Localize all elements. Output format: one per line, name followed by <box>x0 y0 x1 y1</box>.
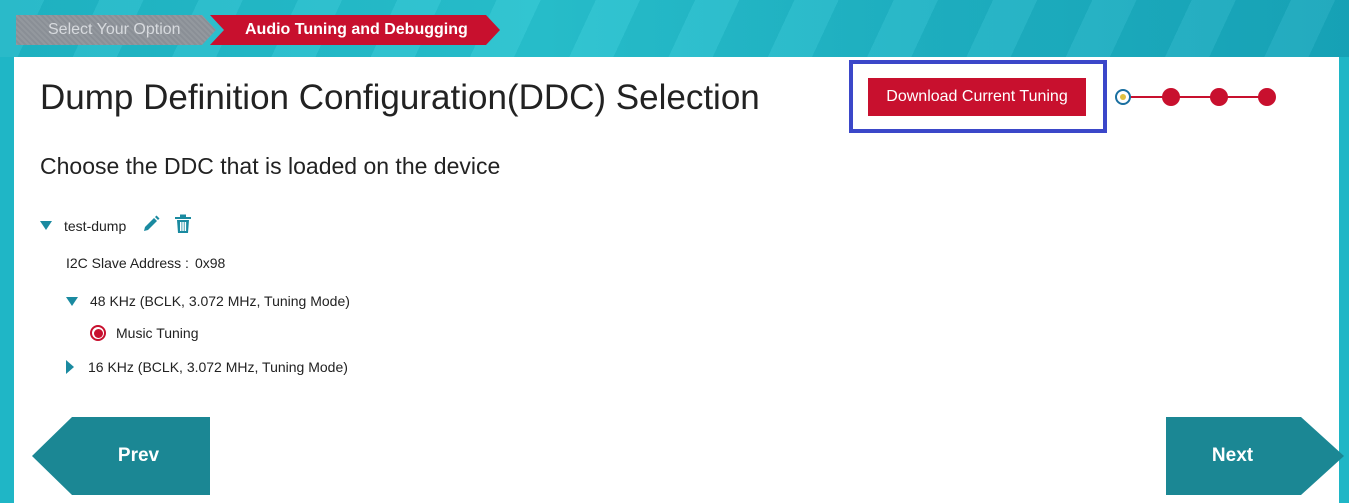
mode-48khz[interactable]: 48 KHz (BCLK, 3.072 MHz, Tuning Mode) <box>66 293 350 309</box>
left-frame-border <box>0 57 14 503</box>
trash-icon[interactable] <box>174 214 192 237</box>
next-button[interactable]: Next <box>1166 417 1344 495</box>
page-title: Dump Definition Configuration(DDC) Selec… <box>40 78 760 117</box>
ddc-node-test-dump: test-dump <box>40 214 192 237</box>
breadcrumb-audio-tuning[interactable]: Audio Tuning and Debugging <box>210 15 500 45</box>
page-subtitle: Choose the DDC that is loaded on the dev… <box>40 153 501 179</box>
music-tuning-radio[interactable] <box>90 325 106 341</box>
step-4 <box>1258 88 1276 106</box>
i2c-label: I2C Slave Address : <box>66 255 189 271</box>
i2c-value: 0x98 <box>194 255 226 271</box>
download-current-tuning-button[interactable]: Download Current Tuning <box>868 78 1086 116</box>
music-tuning-option[interactable]: Music Tuning <box>90 325 198 341</box>
pencil-icon[interactable] <box>142 215 160 236</box>
music-tuning-label[interactable]: Music Tuning <box>116 325 198 341</box>
step-3 <box>1210 88 1228 106</box>
collapse-arrow-icon[interactable] <box>66 296 78 306</box>
i2c-address-row: I2C Slave Address : 0x98 <box>66 255 225 271</box>
step-2 <box>1162 88 1180 106</box>
next-label: Next <box>1211 445 1254 466</box>
mode-16khz[interactable]: 16 KHz (BCLK, 3.072 MHz, Tuning Mode) <box>66 359 348 375</box>
prev-button[interactable]: Prev <box>32 417 210 495</box>
breadcrumb-select-option[interactable]: Select Your Option <box>16 15 216 45</box>
collapse-arrow-icon[interactable] <box>40 221 52 230</box>
ddc-name[interactable]: test-dump <box>64 218 126 234</box>
right-frame-border <box>1339 57 1349 503</box>
expand-arrow-icon[interactable] <box>66 360 74 374</box>
progress-stepper <box>1115 88 1276 106</box>
prev-label: Prev <box>117 445 160 466</box>
mode-16khz-label[interactable]: 16 KHz (BCLK, 3.072 MHz, Tuning Mode) <box>88 359 348 375</box>
mode-48khz-label[interactable]: 48 KHz (BCLK, 3.072 MHz, Tuning Mode) <box>90 293 350 309</box>
